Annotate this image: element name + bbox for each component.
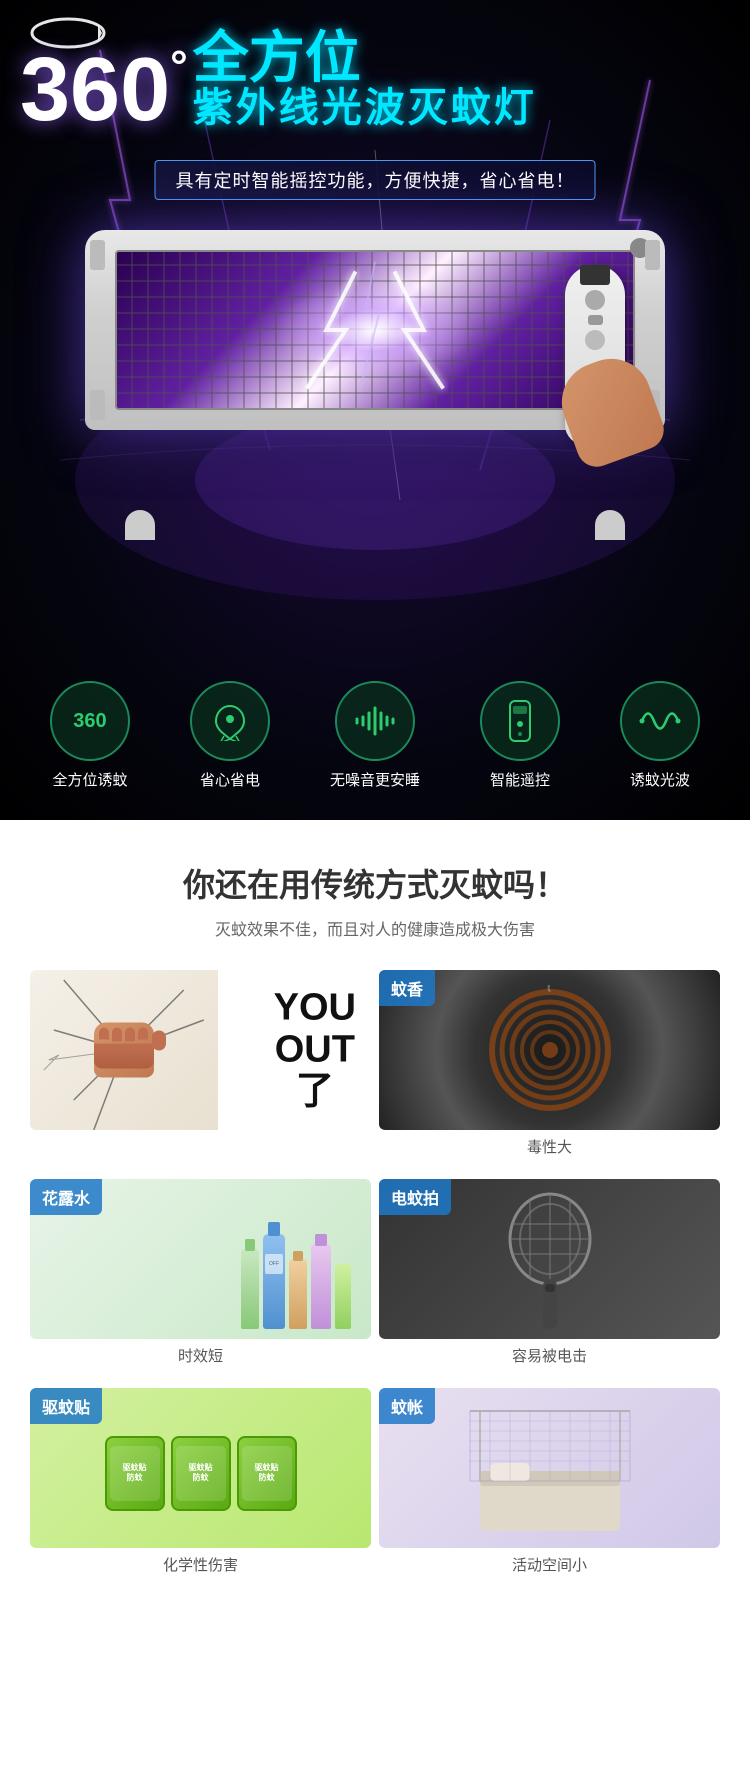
wave-icon [638, 706, 682, 736]
features-row: 360 全方位诱蚊 省心省电 [0, 681, 750, 790]
remote-control [555, 250, 635, 450]
mosquito-net-label: 蚊帐 [379, 1388, 435, 1424]
feature-omnidirectional: 360 全方位诱蚊 [50, 681, 130, 790]
feature-label-remote: 智能遥控 [490, 769, 550, 790]
section-traditional: 你还在用传统方式灭蚊吗！ 灭蚊效果不佳，而且对人的健康造成极大伤害 [0, 820, 750, 1609]
feature-circle-save [190, 681, 270, 761]
rocket-icon [210, 701, 250, 741]
hua-lu-shui-label: 花露水 [30, 1179, 102, 1215]
section-traditional-title: 你还在用传统方式灭蚊吗！ [20, 860, 730, 906]
you-out-card: YOU OUT 了 [30, 970, 371, 1130]
feature-circle-wave [620, 681, 700, 761]
hua-lu-shui-card: 花露水 OFF [30, 1179, 371, 1339]
electric-swatter-card: 电蚊拍 [379, 1179, 720, 1339]
hero-360-number: 360 [20, 45, 170, 135]
hero-title-block: 360 ° 全方位 紫外线光波灭蚊灯 [20, 15, 537, 135]
mosquito-coil-desc: 毒性大 [379, 1136, 720, 1157]
hua-lu-shui-desc: 时效短 [30, 1345, 371, 1366]
remote-icon [502, 699, 538, 743]
electric-swatter-label: 电蚊拍 [379, 1179, 451, 1215]
hero-title-right: 全方位 紫外线光波灭蚊灯 [193, 15, 537, 130]
hero-title-line1: 全方位 [193, 30, 537, 86]
mosquito-coil-label: 蚊香 [379, 970, 435, 1006]
repellent-patch-card: 驱蚊贴 驱蚊贴防蚊 驱蚊贴防蚊 驱蚊贴防 [30, 1388, 371, 1548]
feature-label-save: 省心省电 [200, 769, 260, 790]
sound-wave-icon [353, 706, 397, 736]
mosquito-coil-wrapper: 蚊香 毒性大 [379, 970, 720, 1171]
hero-tagline-banner: 具有定时智能摇控功能，方便快捷，省心省电！ [155, 160, 596, 200]
hero-tagline-text: 具有定时智能摇控功能，方便快捷，省心省电！ [176, 171, 575, 191]
feature-circle-silent [335, 681, 415, 761]
hua-lu-shui-wrapper: 花露水 OFF [30, 1179, 371, 1380]
hero-section: 360 ° 全方位 紫外线光波灭蚊灯 具有定时智能摇控功能，方便快捷，省心省电！ [0, 0, 750, 820]
you-out-line2: OUT [274, 1029, 356, 1071]
feature-label-silent: 无噪音更安睡 [330, 769, 420, 790]
methods-grid: YOU OUT 了 蚊香 [20, 970, 730, 1589]
hero-360-row: 360 ° 全方位 紫外线光波灭蚊灯 [20, 15, 537, 135]
net-svg [460, 1391, 640, 1546]
electric-swatter-desc: 容易被电击 [379, 1345, 720, 1366]
feature-save-energy: 省心省电 [190, 681, 270, 790]
repellent-patch-wrapper: 驱蚊贴 驱蚊贴防蚊 驱蚊贴防蚊 驱蚊贴防 [30, 1388, 371, 1589]
feature-circle-360: 360 [50, 681, 130, 761]
feature-silent: 无噪音更安睡 [330, 681, 420, 790]
mosquito-coil-card: 蚊香 [379, 970, 720, 1130]
coil-svg [485, 985, 615, 1115]
you-out-line1: YOU [274, 987, 356, 1029]
product-legs [125, 510, 625, 540]
feature-remote: 智能遥控 [480, 681, 560, 790]
mosquito-net-card: 蚊帐 [379, 1388, 720, 1548]
feature-label-wave: 诱蚊光波 [630, 769, 690, 790]
feature-label-omnidirectional: 全方位诱蚊 [52, 769, 127, 790]
you-out-wrapper: YOU OUT 了 [30, 970, 371, 1171]
hero-title-line2: 紫外线光波灭蚊灯 [193, 86, 537, 130]
mosquito-net-desc: 活动空间小 [379, 1554, 720, 1575]
you-out-line3: 了 [274, 1071, 356, 1113]
you-out-text: YOU OUT 了 [274, 987, 356, 1112]
feature-wave: 诱蚊光波 [620, 681, 700, 790]
product-image-area [50, 200, 700, 540]
mosquito-net-wrapper: 蚊帐 [379, 1388, 720, 1589]
section-traditional-subtitle: 灭蚊效果不佳，而且对人的健康造成极大伤害 [20, 916, 730, 940]
feature-circle-remote [480, 681, 560, 761]
swatter-svg [500, 1184, 600, 1334]
repellent-patch-desc: 化学性伤害 [30, 1554, 371, 1575]
hero-degree-symbol: ° [170, 45, 188, 89]
repellent-patch-label: 驱蚊贴 [30, 1388, 102, 1424]
electric-swatter-wrapper: 电蚊拍 容易被电击 [379, 1179, 720, 1380]
